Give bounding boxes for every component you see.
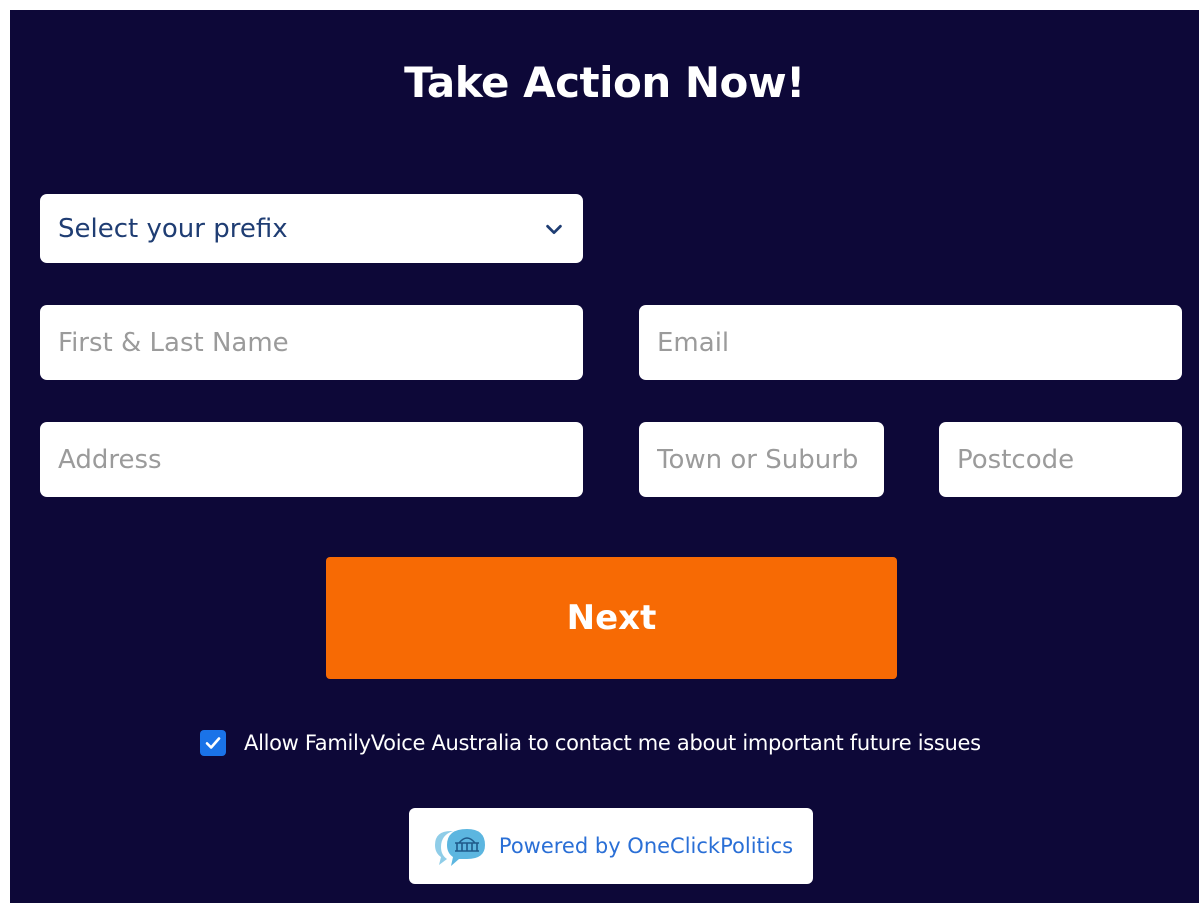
prefix-select-value: Select your prefix xyxy=(58,213,288,244)
page-title: Take Action Now! xyxy=(404,58,805,107)
chevron-down-icon xyxy=(546,224,562,234)
consent-row: Allow FamilyVoice Australia to contact m… xyxy=(200,730,981,756)
powered-by-text: Powered by OneClickPolitics xyxy=(498,834,794,858)
checkmark-icon xyxy=(205,737,221,749)
oneclickpolitics-logo-icon xyxy=(434,829,485,866)
postcode-input[interactable] xyxy=(939,422,1182,497)
consent-label: Allow FamilyVoice Australia to contact m… xyxy=(244,731,981,755)
address-input[interactable] xyxy=(40,422,583,497)
email-input[interactable] xyxy=(639,305,1182,380)
town-input[interactable] xyxy=(639,422,884,497)
name-input[interactable] xyxy=(40,305,583,380)
powered-by-badge[interactable]: Powered by OneClickPolitics xyxy=(409,808,813,884)
next-button[interactable]: Next xyxy=(326,557,897,679)
consent-checkbox[interactable] xyxy=(200,730,226,756)
take-action-panel: Take Action Now! Select your prefix Next… xyxy=(10,10,1199,903)
prefix-select[interactable]: Select your prefix xyxy=(40,194,583,263)
